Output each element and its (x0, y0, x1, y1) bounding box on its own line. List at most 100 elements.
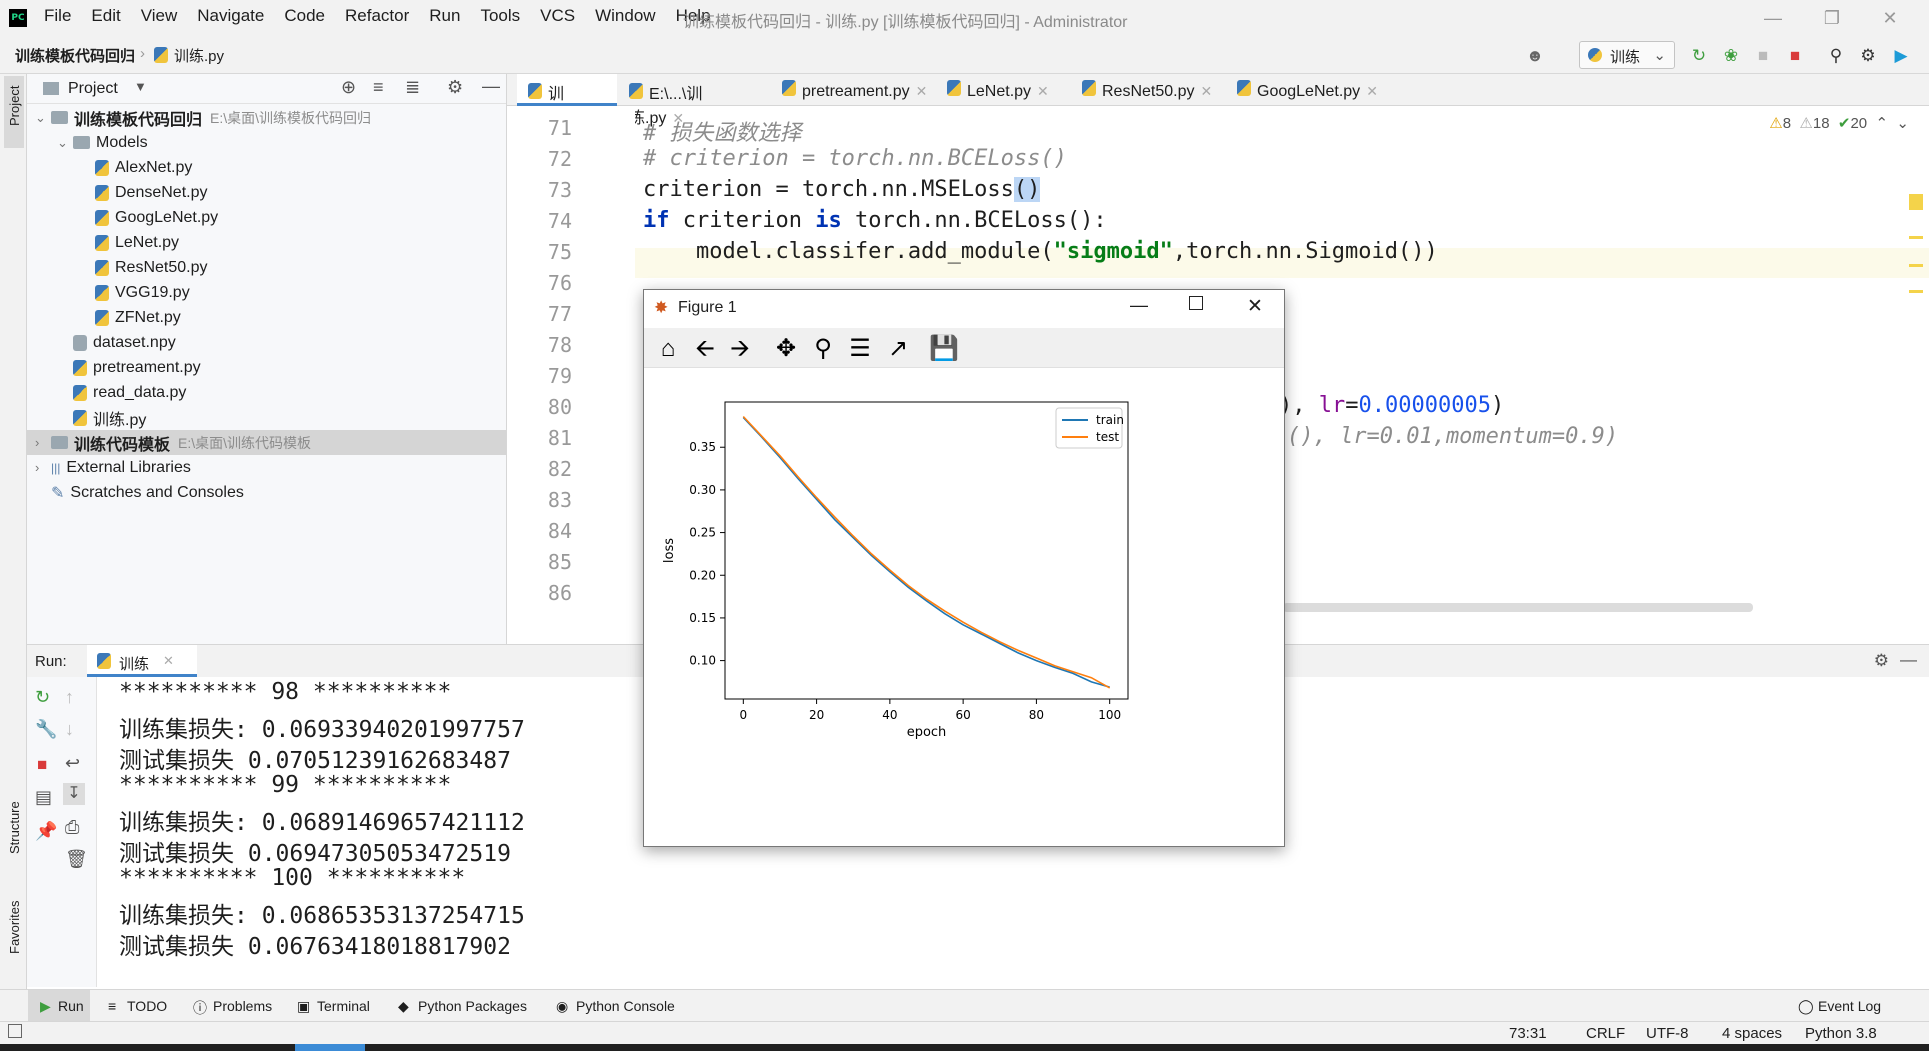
tree-item[interactable]: ⌄ Models (27, 130, 506, 155)
todo-toolwindow-label[interactable]: TODO (127, 998, 167, 1014)
tab-resnet50-py[interactable]: ResNet50.py ✕ (1082, 74, 1222, 106)
restore-icon[interactable]: ❐ (1812, 4, 1852, 32)
tree-item[interactable]: GoogLeNet.py (27, 205, 506, 230)
forward-arrow-icon[interactable]: 🡪 (726, 336, 754, 362)
stop-icon[interactable]: ■ (37, 755, 47, 775)
tree-item[interactable]: ⌄ 训练模板代码回归 E:\桌面\训练模板代码回归 (27, 105, 506, 130)
code-line-71[interactable]: # 损失函数选择 (643, 115, 802, 147)
stop-icon[interactable]: ■ (1785, 46, 1805, 66)
settings-icon[interactable]: ⚙ (447, 77, 463, 98)
line-separator[interactable]: CRLF (1586, 1025, 1625, 1042)
zoom-icon[interactable]: ⚲ (809, 336, 837, 362)
menu-refactor[interactable]: Refactor (345, 6, 409, 26)
code-line-72[interactable]: # criterion = torch.nn.BCELoss() (643, 146, 1067, 171)
chevron-right-icon[interactable]: › (35, 460, 51, 475)
menu-edit[interactable]: Edit (91, 6, 120, 26)
code-line-81[interactable]: (), lr=0.01,momentum=0.9) (1287, 424, 1618, 449)
toolbox-icon[interactable]: ▶ (1891, 46, 1911, 66)
locate-icon[interactable]: ⊕ (341, 77, 356, 98)
tree-item[interactable]: › ||| External Libraries (27, 455, 506, 480)
menu-run[interactable]: Run (429, 6, 460, 26)
pan-icon[interactable]: ✥ (772, 336, 800, 362)
tab-e-train-py[interactable]: E:\...\训练.py ✕ (629, 74, 754, 127)
tree-item[interactable]: VGG19.py (27, 280, 506, 305)
close-tab-icon[interactable]: ✕ (163, 653, 174, 669)
menu-file[interactable]: File (44, 6, 71, 26)
warning-marker[interactable] (1909, 194, 1923, 210)
rerun-icon[interactable]: ↻ (1689, 46, 1709, 66)
coverage-icon[interactable]: ■ (1753, 46, 1773, 66)
menu-vcs[interactable]: VCS (540, 6, 575, 26)
tab-train-py[interactable]: 训练.py✕ (517, 74, 617, 127)
event-log-label[interactable]: Event Log (1818, 998, 1881, 1014)
layout-icon[interactable]: ▤ (35, 787, 52, 808)
previous-highlight-icon[interactable]: ⌃ (1876, 115, 1889, 132)
tree-item[interactable]: LeNet.py (27, 230, 506, 255)
minimize-icon[interactable]: — (1130, 295, 1148, 316)
chevron-right-icon[interactable]: › (35, 435, 51, 450)
hide-panel-icon[interactable]: — (482, 76, 500, 97)
caret-position[interactable]: 73:31 (1509, 1025, 1547, 1042)
back-arrow-icon[interactable]: 🡨 (691, 336, 719, 362)
scroll-to-end-icon[interactable]: ↧ (63, 783, 85, 805)
matplotlib-figure-window[interactable]: ✸ Figure 1 — ✕ ⌂ 🡨 🡪 ✥ ⚲ ☰ ↗ 💾 0 20 40 60 80… (643, 289, 1285, 847)
print-icon[interactable]: ⎙ (65, 817, 79, 838)
pin-icon[interactable]: 📌 (35, 821, 57, 842)
menu-code[interactable]: Code (284, 6, 325, 26)
expand-all-icon[interactable]: ≡ (373, 77, 384, 98)
inspection-widget[interactable]: ⚠8 ⚠18 ✔20 ⌃ ⌄ (1769, 114, 1909, 132)
close-tab-icon[interactable]: ✕ (1037, 83, 1049, 99)
edit-axis-icon[interactable]: ↗ (884, 336, 912, 362)
close-tab-icon[interactable]: ✕ (1201, 83, 1213, 99)
file-encoding[interactable]: UTF-8 (1646, 1025, 1689, 1042)
close-icon[interactable]: ✕ (1870, 4, 1910, 32)
run-toolwindow-label[interactable]: Run (58, 998, 84, 1014)
menu-tools[interactable]: Tools (480, 6, 520, 26)
indent-setting[interactable]: 4 spaces (1722, 1025, 1782, 1042)
user-icon[interactable]: ☻ (1525, 46, 1545, 66)
breadcrumb-project[interactable]: 训练模板代码回归 (15, 45, 135, 66)
trash-icon[interactable]: 🗑 (65, 849, 88, 870)
configure-subplots-icon[interactable]: ☰ (846, 336, 874, 362)
warning-marker[interactable] (1909, 236, 1923, 239)
tree-item[interactable]: dataset.npy (27, 330, 506, 355)
debug-icon[interactable]: ❀ (1721, 46, 1741, 66)
tree-item[interactable]: AlexNet.py (27, 155, 506, 180)
settings-icon[interactable]: ⚙ (1858, 46, 1878, 66)
minimize-icon[interactable]: — (1753, 4, 1793, 32)
console-toolwindow-label[interactable]: Python Console (576, 998, 675, 1014)
search-icon[interactable]: ⚲ (1826, 46, 1846, 66)
terminal-toolwindow-label[interactable]: Terminal (317, 998, 370, 1014)
chevron-down-icon[interactable]: ▼ (134, 79, 147, 94)
settings-icon[interactable]: ⚙ (1874, 651, 1889, 671)
warning-marker[interactable] (1909, 264, 1923, 267)
rerun-icon[interactable]: ↻ (35, 687, 50, 708)
tree-item[interactable]: ✎ Scratches and Consoles (27, 480, 506, 505)
down-arrow-icon[interactable]: ↓ (65, 719, 74, 740)
tree-item[interactable]: 训练.py (27, 405, 506, 430)
layout-toggle-icon[interactable] (8, 1024, 22, 1038)
favorites-strip-label[interactable]: Favorites (7, 901, 22, 954)
wrench-icon[interactable]: 🔧 (35, 719, 57, 740)
error-stripe[interactable] (1903, 194, 1925, 354)
tree-item[interactable]: ZFNet.py (27, 305, 506, 330)
home-icon[interactable]: ⌂ (654, 336, 682, 362)
tab-googlenet-py[interactable]: GoogLeNet.py ✕ (1237, 74, 1397, 106)
project-panel-title[interactable]: Project (68, 80, 118, 98)
tree-item[interactable]: read_data.py (27, 380, 506, 405)
collapse-all-icon[interactable]: ≣ (405, 77, 420, 98)
close-tab-icon[interactable]: ✕ (1366, 83, 1378, 99)
project-strip-label[interactable]: Project (7, 86, 22, 126)
chevron-down-icon[interactable]: ⌄ (35, 110, 51, 126)
tree-item[interactable]: ResNet50.py (27, 255, 506, 280)
code-line-75[interactable]: model.classifer.add_module("sigmoid",tor… (643, 239, 1438, 264)
close-tab-icon[interactable]: ✕ (916, 83, 928, 99)
run-tab[interactable]: 训练 ✕ (87, 645, 197, 677)
tree-item[interactable]: DenseNet.py (27, 180, 506, 205)
breadcrumb-file[interactable]: 训练.py (174, 45, 224, 66)
tab-lenet-py[interactable]: LeNet.py ✕ (947, 74, 1057, 106)
chevron-down-icon[interactable]: ⌄ (57, 135, 73, 151)
code-line-80[interactable]: ), lr=0.00000005) (1279, 393, 1504, 418)
tab-pretreament-py[interactable]: pretreament.py ✕ (782, 74, 932, 106)
warning-marker[interactable] (1909, 290, 1923, 293)
